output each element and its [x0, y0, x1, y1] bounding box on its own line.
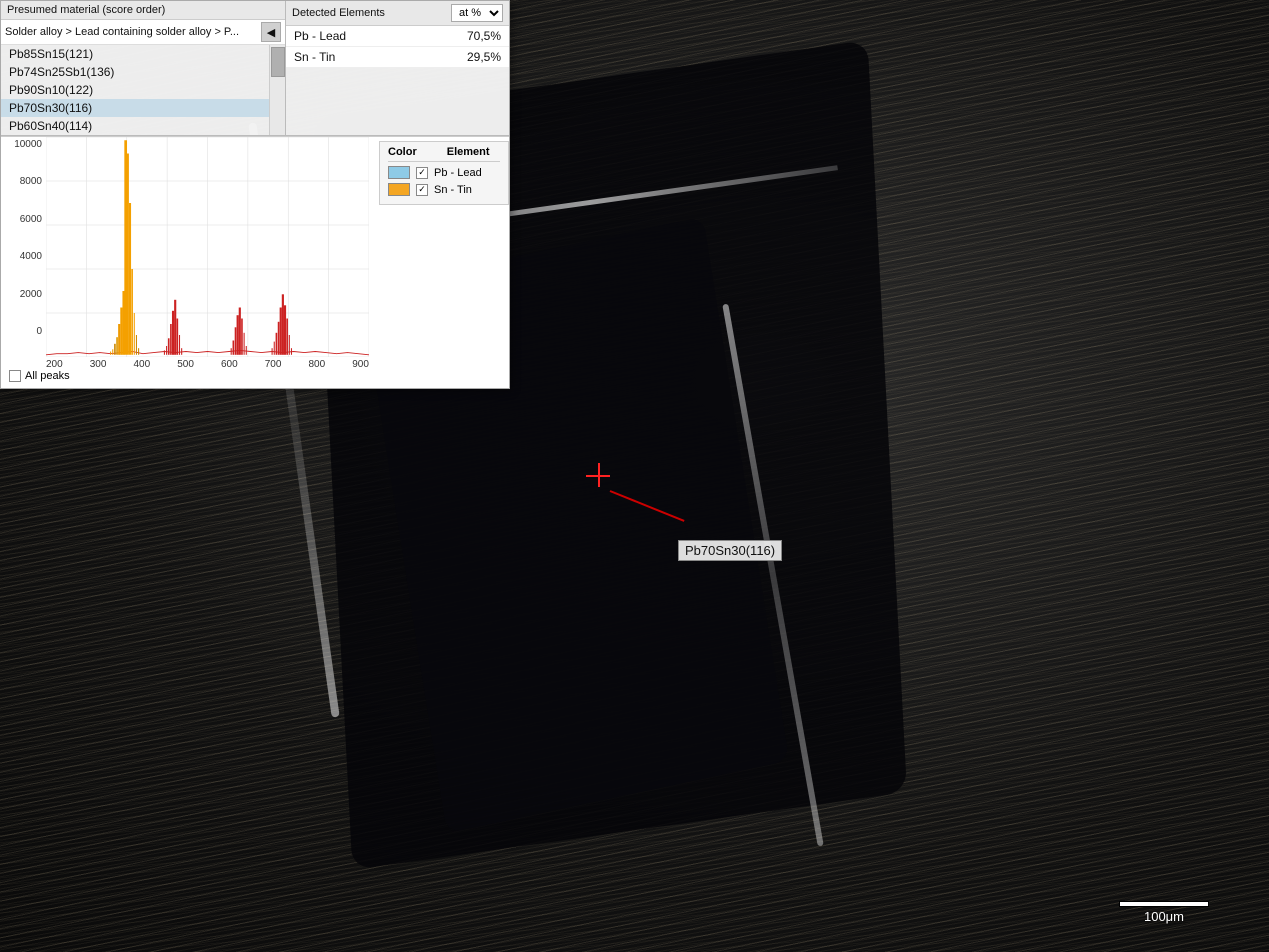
- legend-element-label: Pb - Lead: [434, 167, 482, 179]
- element-percent: 70,5%: [461, 29, 501, 43]
- legend-entry: ✓ Pb - Lead: [388, 166, 500, 179]
- material-item[interactable]: Pb85Sn15(121): [1, 45, 269, 63]
- legend-checkbox[interactable]: ✓: [416, 184, 428, 196]
- material-item[interactable]: Pb60Sn40(114): [1, 117, 269, 135]
- legend-color-box: [388, 166, 410, 179]
- spectrum-chart-svg: [46, 137, 369, 357]
- scale-label: 100μm: [1144, 909, 1184, 924]
- x-axis-label: 700: [265, 359, 282, 370]
- legend-checkbox[interactable]: ✓: [416, 167, 428, 179]
- detected-elements-title: Detected Elements: [292, 7, 447, 19]
- y-axis: 10000 8000 6000 4000 2000 0: [1, 137, 46, 357]
- x-axis-label: 200: [46, 359, 63, 370]
- panel-top-row: Presumed material (score order) Solder a…: [1, 1, 509, 136]
- unit-dropdown[interactable]: at % wt %: [451, 4, 503, 22]
- breadcrumb-back-button[interactable]: ◀: [261, 22, 281, 42]
- annotation-text: Pb70Sn30(116): [685, 543, 775, 558]
- x-axis-label: 300: [90, 359, 107, 370]
- all-peaks-checkbox[interactable]: [9, 370, 21, 382]
- legend-panel: Color Element ✓ Pb - Lead ✓ Sn - Tin: [379, 141, 509, 205]
- list-scrollbar[interactable]: [269, 45, 285, 135]
- legend-element-header: Element: [447, 146, 490, 158]
- legend-color-box: [388, 183, 410, 196]
- x-axis-label: 600: [221, 359, 238, 370]
- chart-section: 10000 8000 6000 4000 2000 0: [1, 137, 369, 388]
- material-item[interactable]: Pb74Sn25Sb1(136): [1, 63, 269, 81]
- material-item[interactable]: Pb70Sn30(116): [1, 99, 269, 117]
- legend-header: Color Element: [388, 146, 500, 162]
- element-name: Pb - Lead: [294, 29, 461, 43]
- chart-canvas: [46, 137, 369, 357]
- legend-entries: ✓ Pb - Lead ✓ Sn - Tin: [388, 166, 500, 196]
- y-axis-label: 2000: [20, 289, 42, 300]
- y-axis-label: 0: [36, 326, 42, 337]
- scale-bar-container: 100μm: [1119, 901, 1209, 924]
- x-axis-label: 800: [309, 359, 326, 370]
- elements-list: Pb - Lead 70,5%Sn - Tin 29,5%: [286, 26, 509, 68]
- element-row: Sn - Tin 29,5%: [286, 47, 509, 68]
- scale-bar: [1119, 901, 1209, 907]
- presumed-material-header: Presumed material (score order): [1, 1, 285, 20]
- scroll-thumb[interactable]: [271, 47, 285, 77]
- element-percent: 29,5%: [461, 50, 501, 64]
- materials-list: Pb85Sn15(121)Pb74Sn25Sb1(136)Pb90Sn10(12…: [1, 45, 269, 135]
- legend-entry: ✓ Sn - Tin: [388, 183, 500, 196]
- y-axis-label: 6000: [20, 214, 42, 225]
- chart-legend-row: 10000 8000 6000 4000 2000 0: [1, 136, 509, 388]
- breadcrumb-row: Solder alloy > Lead containing solder al…: [1, 20, 285, 45]
- presumed-material-section: Presumed material (score order) Solder a…: [1, 1, 286, 135]
- all-peaks-label: All peaks: [25, 370, 70, 382]
- y-axis-label: 10000: [14, 139, 42, 150]
- detected-elements-section: Detected Elements at % wt % Pb - Lead 70…: [286, 1, 509, 135]
- detected-elements-header: Detected Elements at % wt %: [286, 1, 509, 26]
- element-row: Pb - Lead 70,5%: [286, 26, 509, 47]
- x-axis-label: 900: [352, 359, 369, 370]
- element-name: Sn - Tin: [294, 50, 461, 64]
- material-item[interactable]: Pb90Sn10(122): [1, 81, 269, 99]
- all-peaks-row: All peaks: [1, 370, 369, 388]
- x-axis-label: 400: [134, 359, 151, 370]
- analysis-panel: Presumed material (score order) Solder a…: [0, 0, 510, 389]
- legend-color-header: Color: [388, 146, 417, 158]
- x-axis-labels: 200 300 400 500 600 700 800 900: [1, 359, 369, 370]
- x-axis-label: 500: [177, 359, 194, 370]
- materials-list-container: Pb85Sn15(121)Pb74Sn25Sb1(136)Pb90Sn10(12…: [1, 45, 285, 135]
- annotation-label: Pb70Sn30(116): [678, 540, 782, 561]
- legend-element-label: Sn - Tin: [434, 184, 472, 196]
- y-axis-label: 8000: [20, 176, 42, 187]
- y-axis-label: 4000: [20, 251, 42, 262]
- chart-area: 10000 8000 6000 4000 2000 0: [1, 137, 369, 357]
- breadcrumb-text: Solder alloy > Lead containing solder al…: [5, 26, 255, 38]
